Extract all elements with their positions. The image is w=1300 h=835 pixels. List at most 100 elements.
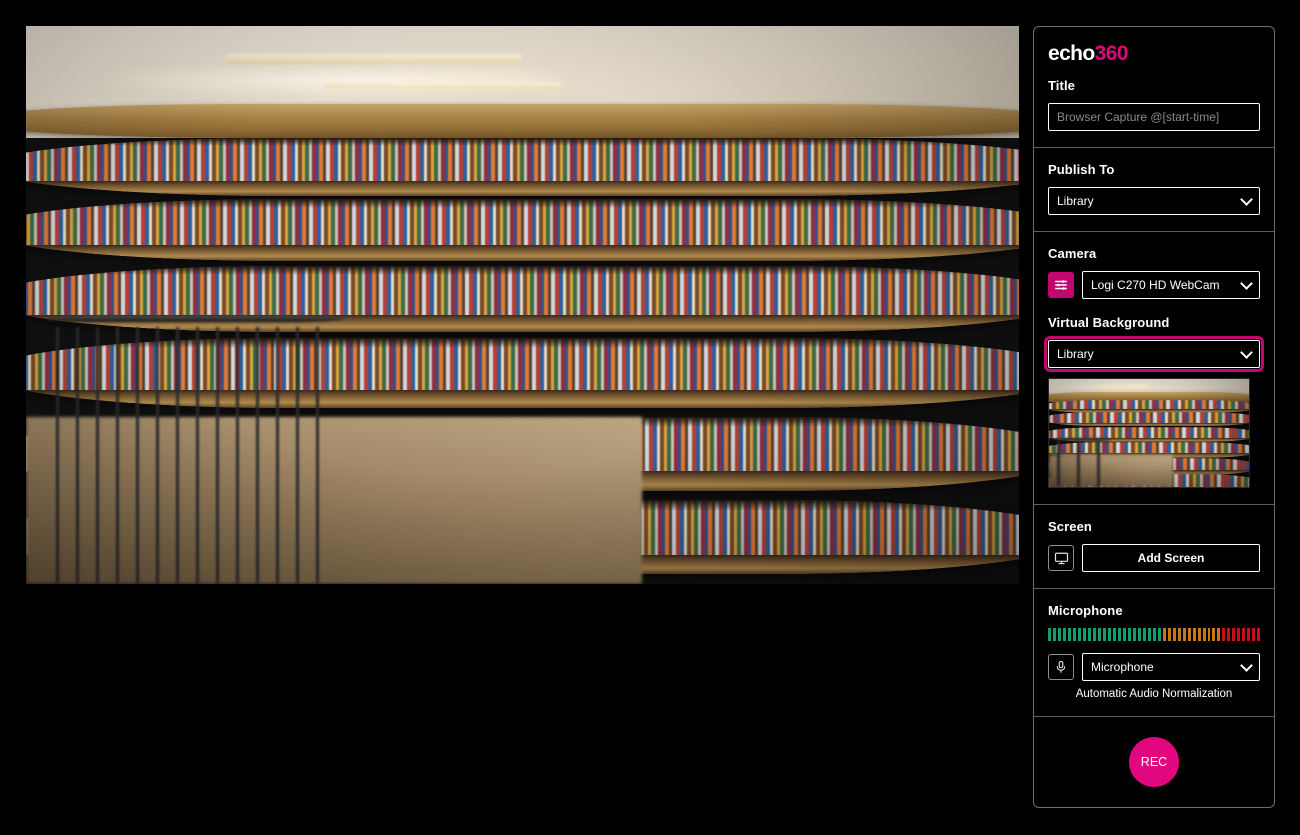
chevron-down-icon: [1240, 346, 1253, 359]
library-background-scene: [26, 26, 1019, 584]
meter-segment-amber: [1182, 628, 1186, 641]
meter-segment-green: [1077, 628, 1081, 641]
meter-segment-green: [1062, 628, 1066, 641]
balcony-rail-posts: [55, 327, 324, 584]
screen-label: Screen: [1048, 519, 1092, 534]
meter-segment-red: [1232, 628, 1236, 641]
meter-segment-green: [1048, 628, 1051, 641]
meter-segment-green: [1147, 628, 1151, 641]
meter-segment-green: [1127, 628, 1131, 641]
camera-select[interactable]: Logi C270 HD WebCam: [1082, 271, 1260, 299]
meter-segment-amber: [1162, 628, 1166, 641]
meter-segment-green: [1102, 628, 1106, 641]
audio-normalization-note: Automatic Audio Normalization: [1075, 688, 1233, 700]
meter-segment-green: [1132, 628, 1136, 641]
arch-band-top: [26, 104, 1019, 139]
ceiling-lamp-2: [323, 81, 563, 89]
publish-to-section: Publish To Library: [1034, 148, 1274, 232]
title-input[interactable]: [1048, 103, 1260, 131]
title-section: Title: [1034, 68, 1274, 148]
screen-section: Screen Add Screen: [1034, 505, 1274, 589]
microphone-select[interactable]: Microphone: [1082, 653, 1260, 681]
meter-segment-green: [1097, 628, 1101, 641]
virtual-background-value: Library: [1057, 347, 1094, 361]
meter-segment-amber: [1167, 628, 1171, 641]
meter-segment-green: [1082, 628, 1086, 641]
virtual-background-select[interactable]: Library: [1044, 336, 1264, 372]
camera-section: Camera Logi C270 HD WebCam Virtual Backg…: [1034, 232, 1274, 505]
virtual-background-label: Virtual Background: [1048, 315, 1170, 330]
microphone-section: Microphone Microphone Automatic Audio No…: [1034, 589, 1274, 717]
meter-segment-green: [1142, 628, 1146, 641]
meter-segment-amber: [1212, 628, 1216, 641]
add-screen-button[interactable]: Add Screen: [1082, 544, 1260, 572]
chevron-down-icon: [1240, 659, 1253, 672]
title-label: Title: [1048, 78, 1075, 93]
microphone-value: Microphone: [1091, 660, 1154, 674]
meter-segment-green: [1072, 628, 1076, 641]
meter-segment-red: [1237, 628, 1241, 641]
virtual-background-thumbnail[interactable]: [1048, 378, 1250, 488]
camera-row: Logi C270 HD WebCam: [1048, 271, 1260, 299]
shelf-row-3: [26, 265, 1019, 332]
camera-value: Logi C270 HD WebCam: [1091, 278, 1220, 292]
meter-segment-green: [1087, 628, 1091, 641]
chevron-down-icon: [1240, 193, 1253, 206]
record-button-label: REC: [1140, 755, 1168, 769]
meter-segment-amber: [1177, 628, 1181, 641]
shelf-row-1: [26, 137, 1019, 196]
meter-segment-red: [1227, 628, 1231, 641]
record-button[interactable]: REC: [1129, 737, 1179, 787]
screen-row: Add Screen: [1048, 544, 1260, 572]
meter-segment-green: [1092, 628, 1096, 641]
balcony-rail: [45, 316, 344, 323]
meter-segment-red: [1222, 628, 1226, 641]
audio-level-meter: [1048, 628, 1261, 641]
microphone-settings-button[interactable]: [1048, 654, 1074, 680]
meter-segment-amber: [1217, 628, 1221, 641]
meter-segment-green: [1117, 628, 1121, 641]
thumb-shelf-2: [1049, 412, 1249, 427]
publish-to-value: Library: [1057, 194, 1094, 208]
thumb-lamp: [1093, 385, 1149, 391]
meter-segment-green: [1067, 628, 1071, 641]
logo-accent-text: 360: [1094, 42, 1129, 65]
meter-segment-amber: [1207, 628, 1211, 641]
sliders-icon: [1054, 278, 1068, 292]
meter-segment-amber: [1172, 628, 1176, 641]
meter-segment-red: [1242, 628, 1246, 641]
meter-segment-red: [1257, 628, 1261, 641]
meter-segment-green: [1152, 628, 1156, 641]
monitor-icon: [1054, 551, 1069, 566]
meter-segment-green: [1157, 628, 1161, 641]
app-root: echo360 Title Publish To Library Camera: [0, 0, 1300, 835]
meter-segment-red: [1252, 628, 1256, 641]
meter-segment-green: [1052, 628, 1056, 641]
meter-segment-amber: [1192, 628, 1196, 641]
meter-segment-green: [1122, 628, 1126, 641]
microphone-icon: [1054, 660, 1068, 674]
meter-segment-amber: [1187, 628, 1191, 641]
camera-label: Camera: [1048, 246, 1097, 261]
brand-logo: echo360: [1034, 27, 1274, 68]
camera-video-preview: [26, 26, 1019, 584]
screen-preview-button[interactable]: [1048, 545, 1074, 571]
shelf-row-2: [26, 198, 1019, 261]
logo-text: echo: [1048, 42, 1095, 65]
thumb-rail-posts: [1057, 440, 1107, 487]
meter-segment-amber: [1197, 628, 1201, 641]
meter-segment-green: [1057, 628, 1061, 641]
camera-settings-button[interactable]: [1048, 272, 1074, 298]
publish-to-select[interactable]: Library: [1048, 187, 1260, 215]
ceiling-lamp: [224, 53, 523, 64]
meter-segment-green: [1112, 628, 1116, 641]
microphone-label: Microphone: [1048, 603, 1123, 618]
record-section: REC: [1034, 717, 1274, 807]
microphone-row: Microphone: [1048, 653, 1260, 681]
add-screen-label: Add Screen: [1137, 551, 1205, 565]
meter-segment-amber: [1202, 628, 1206, 641]
meter-segment-green: [1137, 628, 1141, 641]
meter-segment-green: [1107, 628, 1111, 641]
settings-panel: echo360 Title Publish To Library Camera: [1033, 26, 1275, 808]
publish-to-label: Publish To: [1048, 162, 1115, 177]
